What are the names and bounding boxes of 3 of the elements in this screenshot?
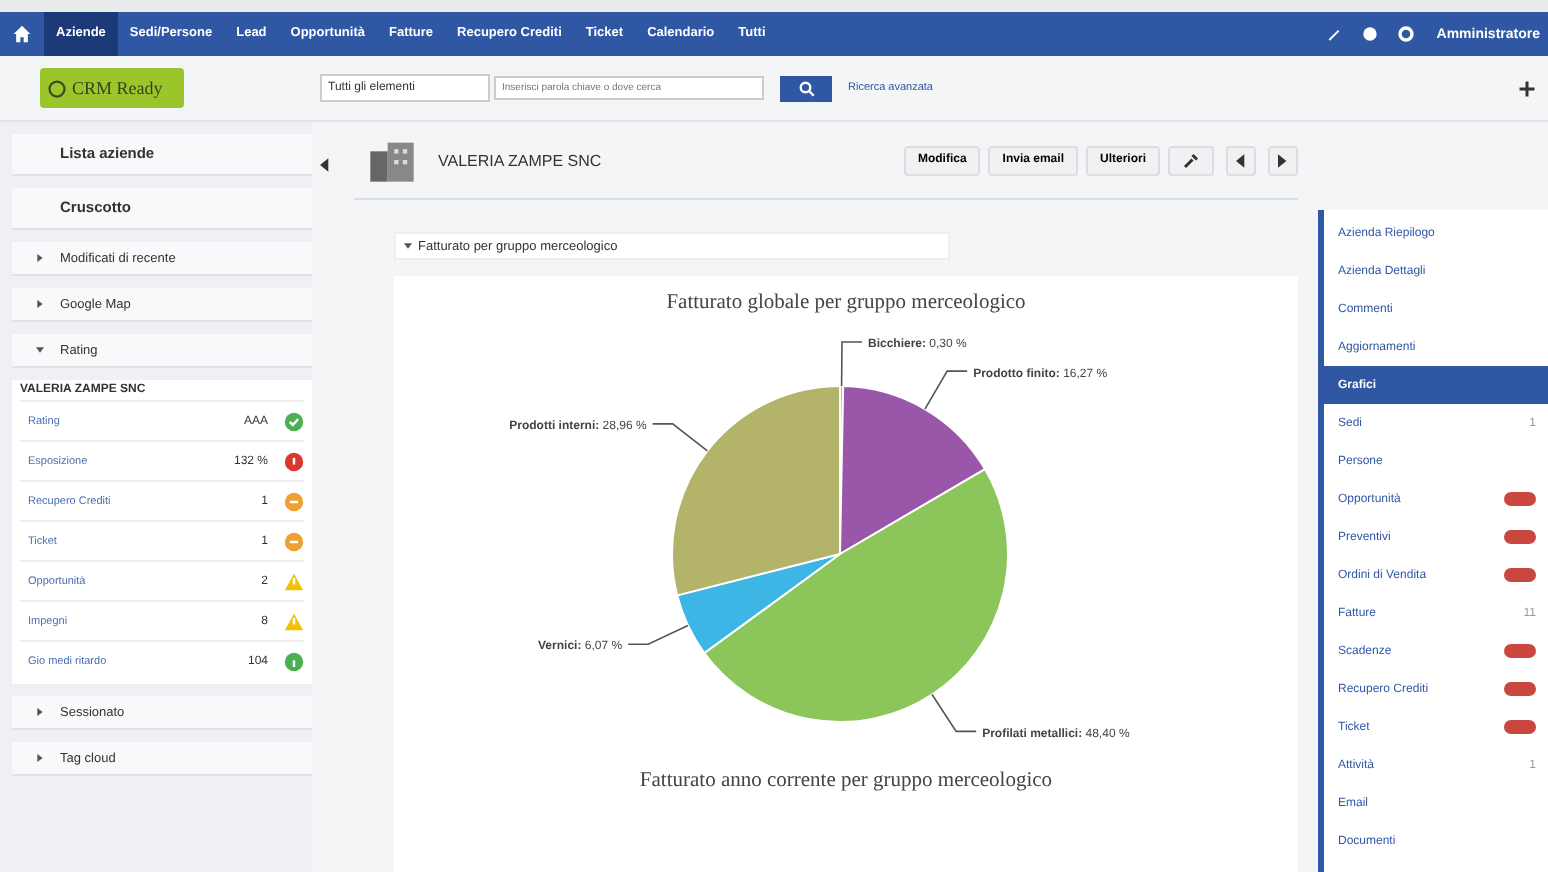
record-title: VALERIA ZAMPE SNC [438, 151, 602, 169]
chart-title: Fatturato globale per gruppo merceologico [666, 292, 1026, 314]
chart-title: Fatturato anno corrente per gruppo merceologico [639, 770, 1053, 792]
